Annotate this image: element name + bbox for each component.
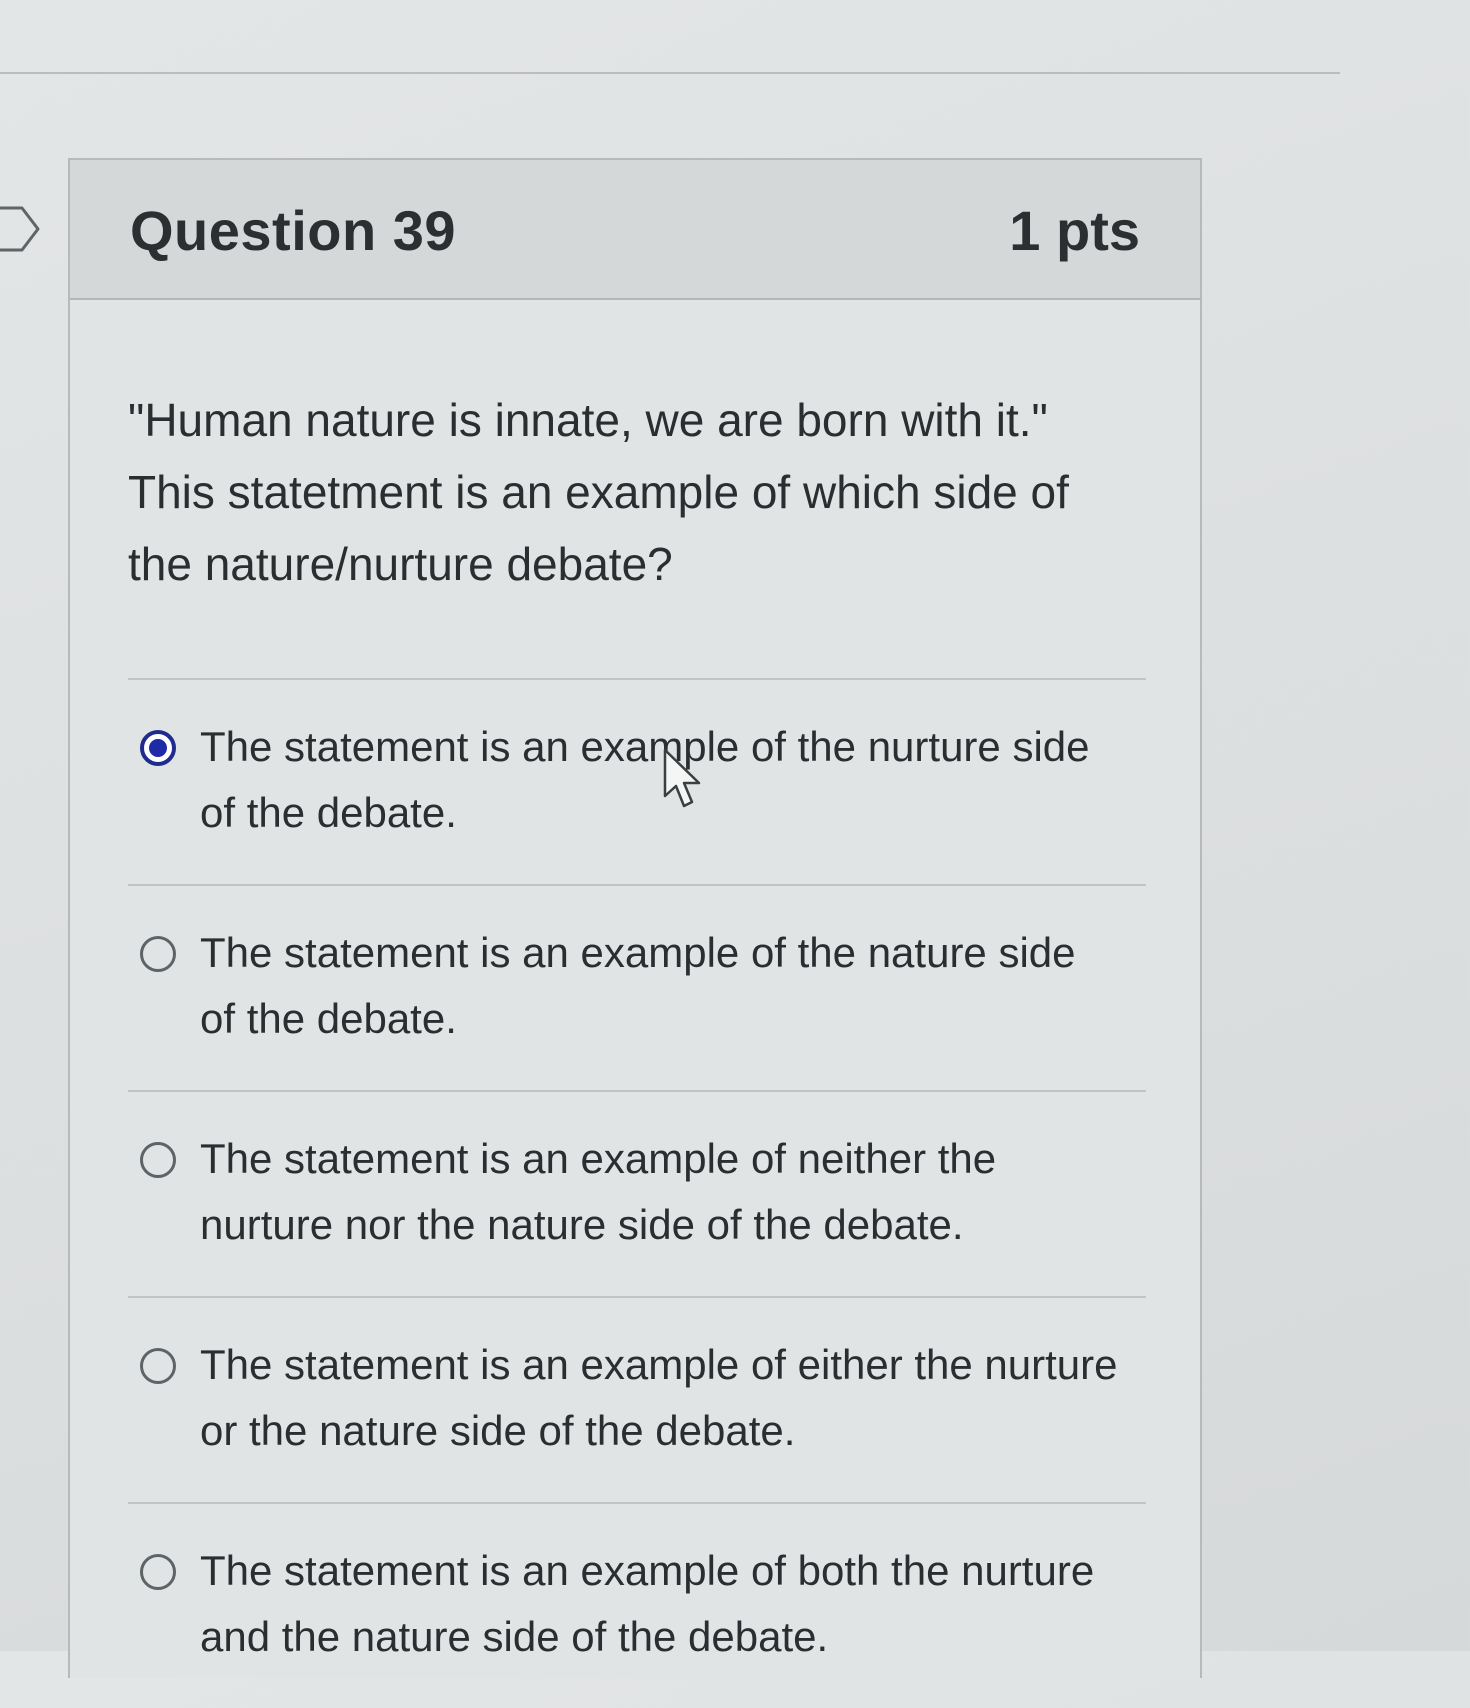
question-points: 1 pts <box>1009 199 1140 262</box>
radio-button[interactable] <box>140 1554 176 1590</box>
answer-option-either[interactable]: The statement is an example of either th… <box>128 1296 1146 1502</box>
question-title: Question 39 <box>130 199 457 262</box>
radio-button[interactable] <box>140 1348 176 1384</box>
answer-option-nurture[interactable]: The statement is an example of the nurtu… <box>128 678 1146 884</box>
question-text-line: "Human nature is innate, we are born wit… <box>128 394 1048 446</box>
answer-list: The statement is an example of the nurtu… <box>128 678 1146 1708</box>
top-divider <box>0 72 1340 74</box>
question-body: "Human nature is innate, we are born wit… <box>70 300 1200 1708</box>
question-header: Question 39 1 pts <box>70 160 1200 300</box>
answer-label[interactable]: The statement is an example of neither t… <box>200 1126 1120 1258</box>
answer-label[interactable]: The statement is an example of either th… <box>200 1332 1120 1464</box>
question-text-line: This statetment is an example of which s… <box>128 466 1069 518</box>
answer-option-neither[interactable]: The statement is an example of neither t… <box>128 1090 1146 1296</box>
question-text-line: the nature/nurture debate? <box>128 538 673 590</box>
flag-question-icon[interactable] <box>0 204 42 254</box>
radio-button[interactable] <box>140 936 176 972</box>
radio-button-selected[interactable] <box>140 730 176 766</box>
question-text: "Human nature is innate, we are born wit… <box>128 384 1118 600</box>
answer-option-nature[interactable]: The statement is an example of the natur… <box>128 884 1146 1090</box>
question-card: Question 39 1 pts "Human nature is innat… <box>68 158 1202 1678</box>
answer-label[interactable]: The statement is an example of the natur… <box>200 920 1120 1052</box>
answer-label[interactable]: The statement is an example of the nurtu… <box>200 714 1120 846</box>
answer-label[interactable]: The statement is an example of both the … <box>200 1538 1120 1670</box>
answer-option-both[interactable]: The statement is an example of both the … <box>128 1502 1146 1708</box>
radio-button[interactable] <box>140 1142 176 1178</box>
mouse-pointer-icon <box>663 748 701 808</box>
